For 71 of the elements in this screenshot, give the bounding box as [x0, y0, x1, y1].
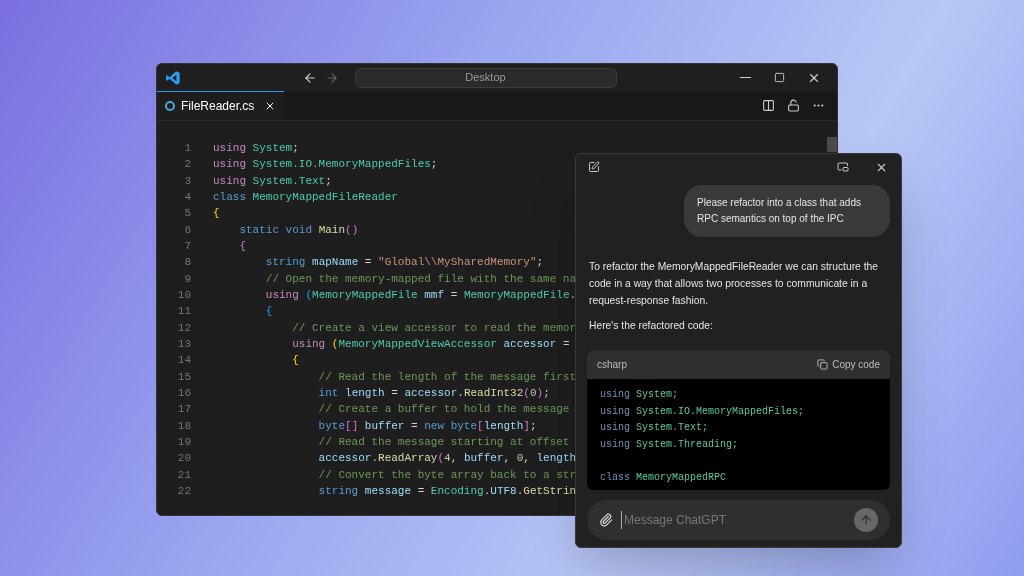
line-number: 20 [176, 451, 191, 467]
code-line: { [291, 353, 299, 369]
code-line: // Read the message starting at offset [317, 435, 570, 451]
line-number: 2 [183, 157, 191, 173]
line-number: 19 [176, 435, 191, 451]
code-line: using System.Text; [600, 421, 710, 435]
line-number: 14 [176, 353, 191, 369]
maximize-button[interactable] [774, 72, 785, 83]
code-line: class MemoryMappedRPC [600, 470, 728, 485]
code-line: // Create a buffer to hold the message [317, 402, 570, 418]
code-line: byte[] buffer = new byte[length]; [317, 418, 537, 434]
code-line: class MemoryMappedFileReader [213, 189, 398, 205]
code-line: { [264, 304, 273, 320]
copy-code-button[interactable]: Copy code [817, 357, 880, 372]
code-language-label: csharp [597, 358, 627, 372]
window-mode-icon[interactable] [837, 161, 849, 173]
line-number: 12 [176, 320, 191, 336]
editor-logo-icon [165, 69, 181, 86]
response-text: Here's the refactored code: [588, 319, 714, 333]
line-number: 3 [183, 173, 191, 189]
line-number: 10 [176, 288, 191, 303]
code-line: { [213, 206, 220, 222]
line-number: 8 [183, 255, 191, 271]
new-chat-icon[interactable] [588, 161, 600, 173]
code-line: { [238, 239, 246, 254]
line-number: 18 [176, 418, 191, 434]
code-line: string mapName = "Global\\MySharedMemory"; [264, 255, 544, 271]
code-line: using (MemoryMappedViewAccessor accessor = [291, 337, 570, 353]
minimize-icon [739, 76, 751, 79]
line-number: 5 [183, 206, 191, 222]
code-line: using System.IO.MemoryMappedFiles; [213, 157, 438, 173]
line-number: 11 [176, 304, 191, 320]
file-tab[interactable]: FileReader.cs [157, 91, 285, 120]
message-field[interactable]: Message ChatGPT [621, 511, 846, 529]
code-line: // Open the memory-mapped file with the same na [264, 271, 577, 287]
paperclip-icon[interactable] [599, 513, 613, 527]
response-text: To refactor the MemoryMappedFileReader we can structure the code in a way that allows two processes to communicate in a request-response fashion. [588, 260, 880, 308]
code-line: // Create a view accessor to read the memor [291, 320, 577, 336]
line-number: 15 [176, 369, 191, 385]
code-line: using System.Threading; [600, 437, 740, 452]
code-line: // Read the length of the message first [317, 369, 577, 385]
message-text: Please refactor into a class that adds RPC semantics on top of the IPC [697, 196, 862, 226]
line-number: 4 [183, 189, 191, 205]
search-field[interactable]: Desktop [354, 67, 617, 88]
code-line: int length = accessor.ReadInt32(0); [317, 386, 550, 402]
line-number: 16 [176, 386, 191, 402]
split-editor-icon[interactable] [762, 99, 775, 112]
message-input[interactable]: Message ChatGPT [587, 500, 890, 540]
tab-label: FileReader.cs [181, 98, 255, 115]
line-number: 17 [176, 402, 191, 418]
back-button[interactable] [302, 70, 317, 85]
unlocked-lock-icon[interactable] [787, 99, 800, 112]
code-line: using (MemoryMappedFile mmf = MemoryMappedFile. [264, 288, 577, 303]
code-line: using System.Text; [213, 173, 332, 189]
code-line: using System; [213, 140, 299, 156]
line-number: 7 [183, 239, 191, 254]
code-line: accessor.ReadArray(4, buffer, 0, length [317, 451, 577, 467]
line-number: 22 [176, 484, 191, 500]
scrollbar-thumb[interactable] [827, 137, 837, 152]
line-number: 9 [183, 271, 191, 287]
line-number: 1 [183, 140, 191, 156]
line-number: 6 [183, 222, 191, 238]
code-line: static void Main() [238, 222, 359, 238]
csharp-file-icon [165, 101, 175, 111]
code-line: // Convert the byte array back to a str [317, 467, 577, 483]
code-line: using System.IO.MemoryMappedFiles; [600, 404, 806, 419]
code-line: string message = Encoding.UTF8.GetStrin [317, 484, 577, 500]
line-number: 13 [176, 337, 191, 353]
code-line: using System; [600, 388, 680, 402]
line-number: 21 [176, 467, 191, 483]
copy-icon [817, 359, 829, 370]
